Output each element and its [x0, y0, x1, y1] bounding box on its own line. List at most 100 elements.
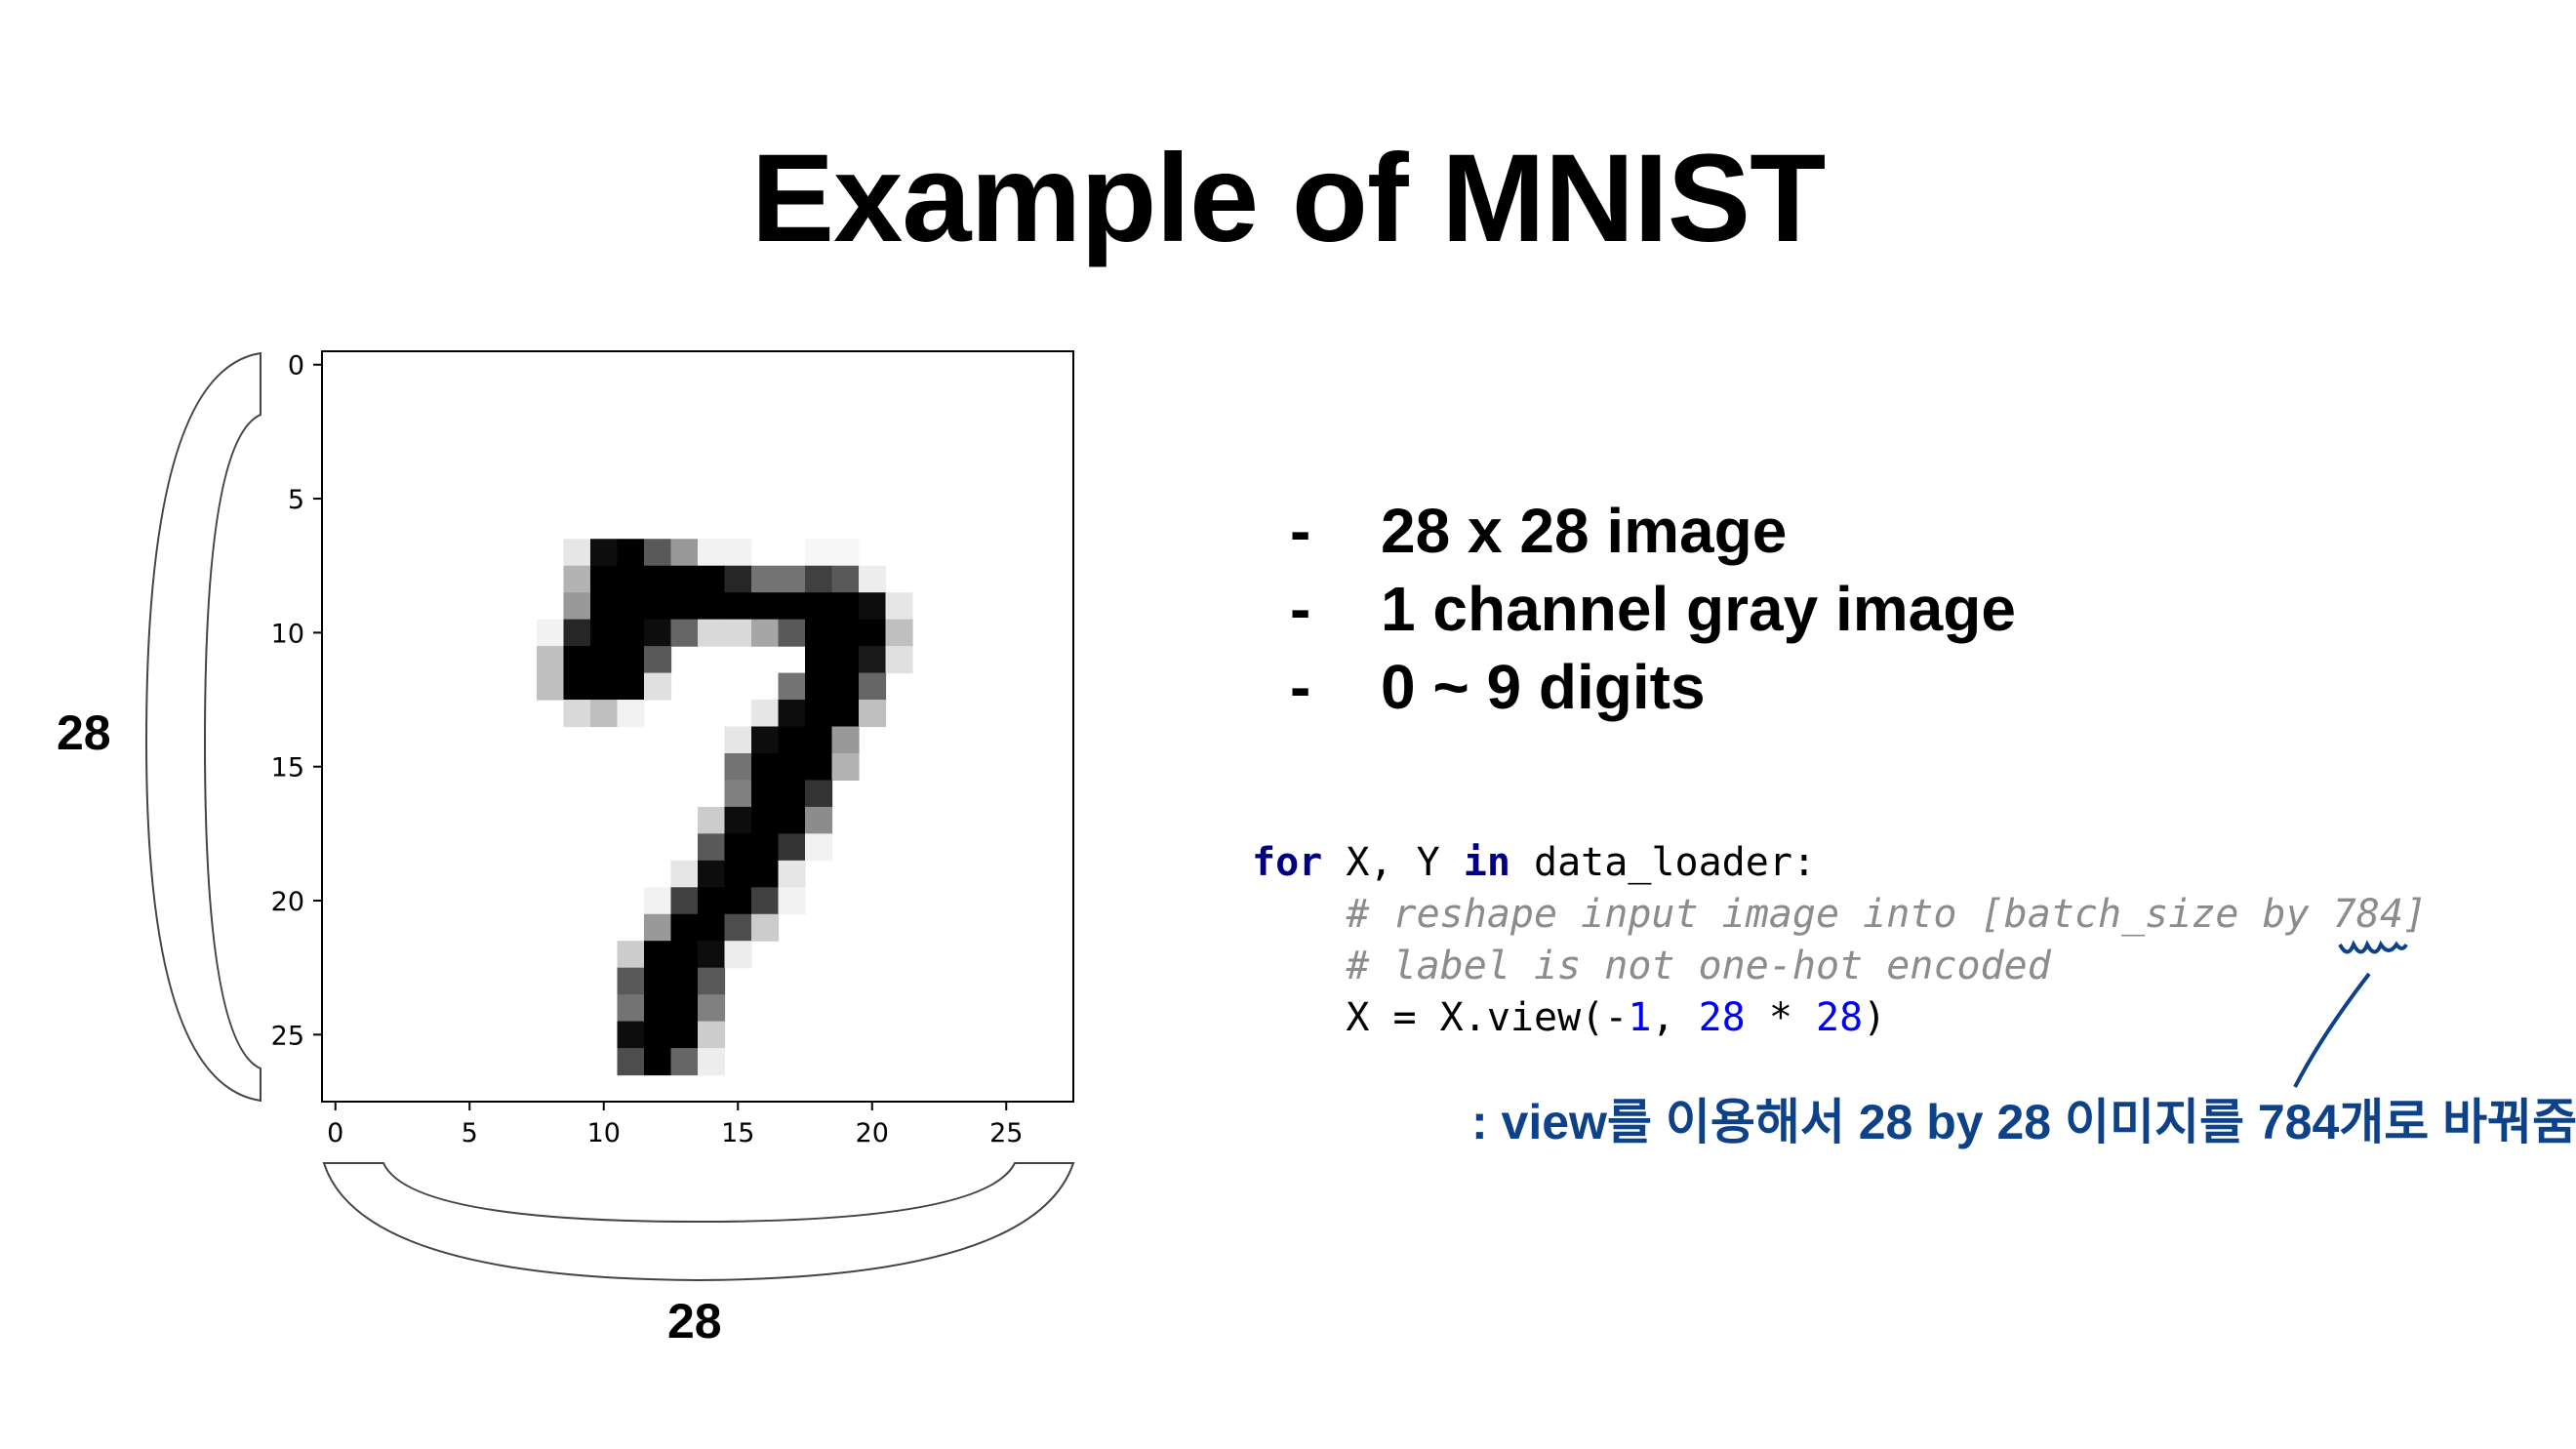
pixel-cell: [644, 967, 672, 995]
pixel-cell: [805, 780, 833, 808]
pixel-cell: [751, 806, 780, 834]
pixel-cell: [563, 592, 591, 621]
x-tick-label: 15: [721, 1118, 754, 1148]
pixel-cell: [670, 994, 699, 1023]
pixel-cell: [751, 887, 780, 915]
pixel-cell: [724, 941, 752, 969]
pixel-cell: [698, 967, 726, 995]
pixel-cell: [617, 941, 645, 969]
pixel-cell: [698, 565, 726, 593]
pixel-cell: [617, 700, 645, 728]
code-line: for X, Y in data_loader:: [1252, 840, 1816, 885]
pixel-cell: [617, 646, 645, 674]
pixel-cell: [617, 619, 645, 647]
pixel-cell: [778, 592, 806, 621]
bullet-marker: -: [1290, 496, 1311, 566]
pixel-cell: [617, 565, 645, 593]
bullet-marker: -: [1290, 652, 1311, 722]
pixel-cell: [670, 1021, 699, 1049]
pixel-cell: [644, 913, 672, 942]
pixel-cell: [724, 539, 752, 567]
bullet-item: -0 ~ 9 digits: [1290, 651, 1706, 723]
code-line: X = X.view(-1, 28 * 28): [1252, 995, 1887, 1040]
pixel-cell: [537, 646, 565, 674]
x-tick-label: 20: [856, 1118, 889, 1148]
bullet-item: -1 channel gray image: [1290, 573, 2016, 645]
code-comment: # reshape input image into [batch_size b…: [1252, 892, 2428, 937]
pixel-cell: [670, 565, 699, 593]
pixel-cell: [537, 672, 565, 701]
pixel-cell: [670, 887, 699, 915]
pixel-cell: [644, 941, 672, 969]
bottom-brace: [322, 1162, 1075, 1282]
pixel-cell: [724, 752, 752, 782]
pixel-cell: [831, 592, 860, 621]
pixel-cell: [751, 780, 780, 808]
x-tick-label: 25: [989, 1118, 1023, 1148]
pixel-cell: [590, 539, 619, 567]
pixel-cell: [644, 672, 672, 701]
pixel-cell: [644, 887, 672, 915]
pixel-cell: [563, 646, 591, 674]
pixel-cell: [617, 1021, 645, 1049]
pixel-cell: [778, 619, 806, 647]
pixel-cell: [670, 539, 699, 567]
height-label: 28: [57, 705, 111, 760]
pixel-cell: [698, 994, 726, 1023]
pixel-cell: [805, 592, 833, 621]
pixel-cell: [698, 592, 726, 621]
pixel-cell: [698, 1021, 726, 1049]
pixel-cell: [831, 700, 860, 728]
pixel-cell: [831, 726, 860, 754]
pixel-cell: [644, 565, 672, 593]
pixel-cell: [778, 565, 806, 593]
pixel-cell: [859, 700, 887, 728]
pixel-cell: [590, 672, 619, 701]
width-label: 28: [667, 1294, 722, 1348]
pixel-cell: [831, 539, 860, 567]
pixel-cell: [751, 913, 780, 942]
pixel-cell: [617, 592, 645, 621]
pixel-cell: [670, 941, 699, 969]
pixel-cell: [751, 619, 780, 647]
pixel-cell: [644, 619, 672, 647]
pixel-cell: [751, 592, 780, 621]
pixel-cell: [698, 806, 726, 834]
pixel-cell: [724, 619, 752, 647]
pixel-cell: [805, 619, 833, 647]
pixel-cell: [670, 619, 699, 647]
pixel-cell: [670, 1048, 699, 1076]
pixel-cell: [644, 592, 672, 621]
y-tick-label: 25: [271, 1021, 304, 1051]
pixel-cell: [563, 619, 591, 647]
pixel-cell: [778, 833, 806, 862]
y-tick-label: 0: [288, 351, 304, 382]
pixel-cell: [831, 752, 860, 782]
pixel-cell: [778, 887, 806, 915]
pixel-cell: [563, 700, 591, 728]
pixel-cell: [778, 860, 806, 888]
mnist-image-plot: 0 5 10 15 20 25 0 5 10 15 20 25: [144, 350, 2408, 1282]
pixel-cell: [805, 726, 833, 754]
pixel-cell: [644, 1048, 672, 1076]
pixel-cell: [590, 700, 619, 728]
pixel-cell: [724, 833, 752, 862]
bullet-text: 0 ~ 9 digits: [1381, 652, 1706, 722]
pixel-cell: [644, 539, 672, 567]
x-tick-label: 0: [327, 1118, 343, 1148]
pixel-cell: [778, 700, 806, 728]
pixel-cell: [859, 646, 887, 674]
y-tick-label: 10: [271, 619, 304, 649]
handwritten-annotation: : view를 이용해서 28 by 28 이미지를 784개로 바꿔줌: [1471, 1095, 2576, 1149]
y-tick-label: 15: [271, 753, 304, 784]
pixel-cell: [590, 619, 619, 647]
pixel-cell: [724, 806, 752, 834]
pixel-cell: [644, 994, 672, 1023]
code-comment: # label is not one-hot encoded: [1252, 944, 2051, 988]
pixel-cell: [805, 646, 833, 674]
pixel-cell: [805, 752, 833, 782]
pixel-cell: [698, 833, 726, 862]
pixel-cell: [724, 592, 752, 621]
pixel-cell: [885, 592, 913, 621]
x-tick-label: 10: [587, 1118, 621, 1148]
